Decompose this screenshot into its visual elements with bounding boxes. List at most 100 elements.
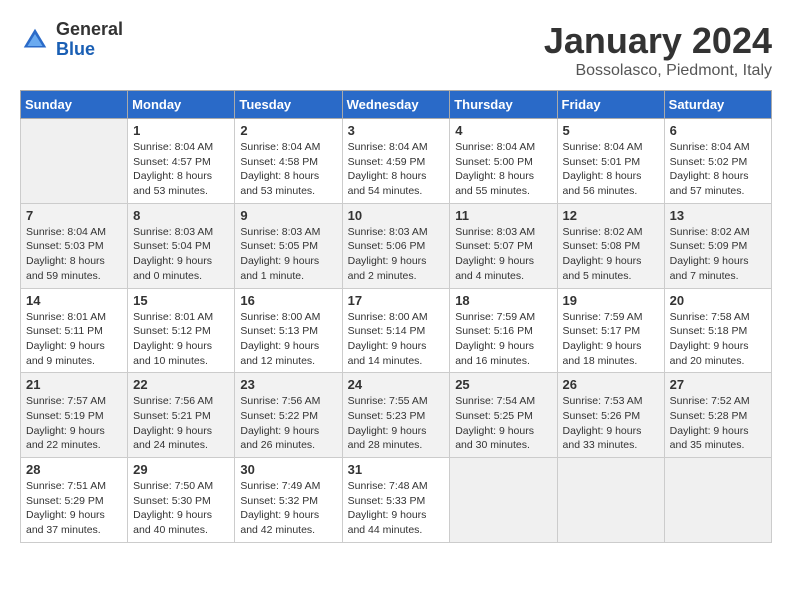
calendar-cell: 27Sunrise: 7:52 AMSunset: 5:28 PMDayligh… — [664, 373, 771, 458]
calendar-cell: 26Sunrise: 7:53 AMSunset: 5:26 PMDayligh… — [557, 373, 664, 458]
calendar-cell: 28 Sunrise: 7:51 AMSunset: 5:29 PMDayligh… — [21, 458, 128, 543]
calendar-cell: 21 Sunrise: 7:57 AMSunset: 5:19 PMDayligh… — [21, 373, 128, 458]
day-number: 2 — [240, 123, 336, 138]
calendar-table: SundayMondayTuesdayWednesdayThursdayFrid… — [20, 90, 772, 543]
day-info: Sunrise: 8:04 AMSunset: 4:57 PMDaylight:… — [133, 140, 229, 199]
day-info: Sunrise: 8:00 AMSunset: 5:13 PMDaylight:… — [240, 310, 336, 369]
weekday-header-friday: Friday — [557, 91, 664, 119]
day-number: 18 — [455, 293, 551, 308]
week-row-5: 28 Sunrise: 7:51 AMSunset: 5:29 PMDayligh… — [21, 458, 772, 543]
day-info: Sunrise: 7:50 AMSunset: 5:30 PMDaylight:… — [133, 479, 229, 538]
day-number: 28 — [26, 462, 122, 477]
day-info: Sunrise: 8:03 AMSunset: 5:04 PMDaylight:… — [133, 225, 229, 284]
day-number: 10 — [348, 208, 445, 223]
day-number: 14 — [26, 293, 122, 308]
day-number: 25 — [455, 377, 551, 392]
week-row-3: 14 Sunrise: 8:01 AMSunset: 5:11 PMDayligh… — [21, 288, 772, 373]
weekday-header-wednesday: Wednesday — [342, 91, 450, 119]
day-info: Sunrise: 8:04 AMSunset: 5:03 PMDaylight:… — [26, 225, 122, 284]
day-info: Sunrise: 7:54 AMSunset: 5:25 PMDaylight:… — [455, 394, 551, 453]
calendar-cell: 20 Sunrise: 7:58 AMSunset: 5:18 PMDayligh… — [664, 288, 771, 373]
calendar-cell: 31Sunrise: 7:48 AMSunset: 5:33 PMDayligh… — [342, 458, 450, 543]
day-number: 22 — [133, 377, 229, 392]
day-info: Sunrise: 7:58 AMSunset: 5:18 PMDaylight:… — [670, 310, 766, 369]
calendar-title: January 2024 — [544, 20, 772, 62]
calendar-cell — [664, 458, 771, 543]
day-info: Sunrise: 7:51 AMSunset: 5:29 PMDaylight:… — [26, 479, 122, 538]
logo-general-text: General — [56, 20, 123, 40]
day-info: Sunrise: 8:02 AMSunset: 5:08 PMDaylight:… — [563, 225, 659, 284]
day-number: 21 — [26, 377, 122, 392]
calendar-cell: 5 Sunrise: 8:04 AMSunset: 5:01 PMDaylight… — [557, 119, 664, 204]
calendar-cell: 15Sunrise: 8:01 AMSunset: 5:12 PMDayligh… — [128, 288, 235, 373]
calendar-cell: 19Sunrise: 7:59 AMSunset: 5:17 PMDayligh… — [557, 288, 664, 373]
calendar-cell: 9 Sunrise: 8:03 AMSunset: 5:05 PMDaylight… — [235, 203, 342, 288]
logo: General Blue — [20, 20, 123, 60]
weekday-header-saturday: Saturday — [664, 91, 771, 119]
day-number: 9 — [240, 208, 336, 223]
day-info: Sunrise: 8:03 AMSunset: 5:05 PMDaylight:… — [240, 225, 336, 284]
calendar-cell: 23Sunrise: 7:56 AMSunset: 5:22 PMDayligh… — [235, 373, 342, 458]
calendar-cell: 1 Sunrise: 8:04 AMSunset: 4:57 PMDaylight… — [128, 119, 235, 204]
weekday-header-monday: Monday — [128, 91, 235, 119]
calendar-cell: 4 Sunrise: 8:04 AMSunset: 5:00 PMDaylight… — [450, 119, 557, 204]
day-number: 20 — [670, 293, 766, 308]
day-number: 4 — [455, 123, 551, 138]
calendar-cell: 7 Sunrise: 8:04 AMSunset: 5:03 PMDaylight… — [21, 203, 128, 288]
calendar-cell: 13 Sunrise: 8:02 AMSunset: 5:09 PMDayligh… — [664, 203, 771, 288]
day-number: 8 — [133, 208, 229, 223]
day-info: Sunrise: 7:59 AMSunset: 5:17 PMDaylight:… — [563, 310, 659, 369]
day-number: 26 — [563, 377, 659, 392]
day-number: 12 — [563, 208, 659, 223]
logo-icon — [20, 25, 50, 55]
logo-blue-text: Blue — [56, 40, 123, 60]
day-number: 24 — [348, 377, 445, 392]
title-section: January 2024 Bossolasco, Piedmont, Italy — [544, 20, 772, 80]
calendar-cell: 24 Sunrise: 7:55 AMSunset: 5:23 PMDayligh… — [342, 373, 450, 458]
week-row-4: 21 Sunrise: 7:57 AMSunset: 5:19 PMDayligh… — [21, 373, 772, 458]
calendar-cell — [450, 458, 557, 543]
day-number: 30 — [240, 462, 336, 477]
calendar-cell: 14 Sunrise: 8:01 AMSunset: 5:11 PMDayligh… — [21, 288, 128, 373]
calendar-cell: 11Sunrise: 8:03 AMSunset: 5:07 PMDayligh… — [450, 203, 557, 288]
calendar-cell: 3 Sunrise: 8:04 AMSunset: 4:59 PMDaylight… — [342, 119, 450, 204]
calendar-cell — [21, 119, 128, 204]
day-info: Sunrise: 7:59 AMSunset: 5:16 PMDaylight:… — [455, 310, 551, 369]
weekday-header-thursday: Thursday — [450, 91, 557, 119]
day-number: 7 — [26, 208, 122, 223]
day-number: 5 — [563, 123, 659, 138]
day-info: Sunrise: 7:56 AMSunset: 5:21 PMDaylight:… — [133, 394, 229, 453]
day-info: Sunrise: 8:04 AMSunset: 5:01 PMDaylight:… — [563, 140, 659, 199]
day-number: 1 — [133, 123, 229, 138]
day-info: Sunrise: 8:04 AMSunset: 5:00 PMDaylight:… — [455, 140, 551, 199]
day-number: 3 — [348, 123, 445, 138]
day-number: 13 — [670, 208, 766, 223]
day-info: Sunrise: 8:03 AMSunset: 5:06 PMDaylight:… — [348, 225, 445, 284]
calendar-cell — [557, 458, 664, 543]
day-info: Sunrise: 8:00 AMSunset: 5:14 PMDaylight:… — [348, 310, 445, 369]
calendar-cell: 29 Sunrise: 7:50 AMSunset: 5:30 PMDayligh… — [128, 458, 235, 543]
calendar-cell: 25 Sunrise: 7:54 AMSunset: 5:25 PMDayligh… — [450, 373, 557, 458]
day-number: 23 — [240, 377, 336, 392]
weekday-header-row: SundayMondayTuesdayWednesdayThursdayFrid… — [21, 91, 772, 119]
day-number: 27 — [670, 377, 766, 392]
logo-text: General Blue — [56, 20, 123, 60]
calendar-cell: 8 Sunrise: 8:03 AMSunset: 5:04 PMDaylight… — [128, 203, 235, 288]
day-number: 31 — [348, 462, 445, 477]
day-number: 17 — [348, 293, 445, 308]
day-number: 29 — [133, 462, 229, 477]
calendar-cell: 6Sunrise: 8:04 AMSunset: 5:02 PMDaylight… — [664, 119, 771, 204]
calendar-subtitle: Bossolasco, Piedmont, Italy — [544, 62, 772, 80]
day-info: Sunrise: 7:57 AMSunset: 5:19 PMDaylight:… — [26, 394, 122, 453]
day-number: 15 — [133, 293, 229, 308]
day-info: Sunrise: 8:02 AMSunset: 5:09 PMDaylight:… — [670, 225, 766, 284]
day-info: Sunrise: 8:04 AMSunset: 5:02 PMDaylight:… — [670, 140, 766, 199]
day-info: Sunrise: 7:55 AMSunset: 5:23 PMDaylight:… — [348, 394, 445, 453]
calendar-cell: 17 Sunrise: 8:00 AMSunset: 5:14 PMDayligh… — [342, 288, 450, 373]
calendar-cell: 2Sunrise: 8:04 AMSunset: 4:58 PMDaylight… — [235, 119, 342, 204]
calendar-cell: 22 Sunrise: 7:56 AMSunset: 5:21 PMDayligh… — [128, 373, 235, 458]
day-number: 16 — [240, 293, 336, 308]
day-info: Sunrise: 8:04 AMSunset: 4:59 PMDaylight:… — [348, 140, 445, 199]
day-info: Sunrise: 8:01 AMSunset: 5:11 PMDaylight:… — [26, 310, 122, 369]
calendar-cell: 10 Sunrise: 8:03 AMSunset: 5:06 PMDayligh… — [342, 203, 450, 288]
